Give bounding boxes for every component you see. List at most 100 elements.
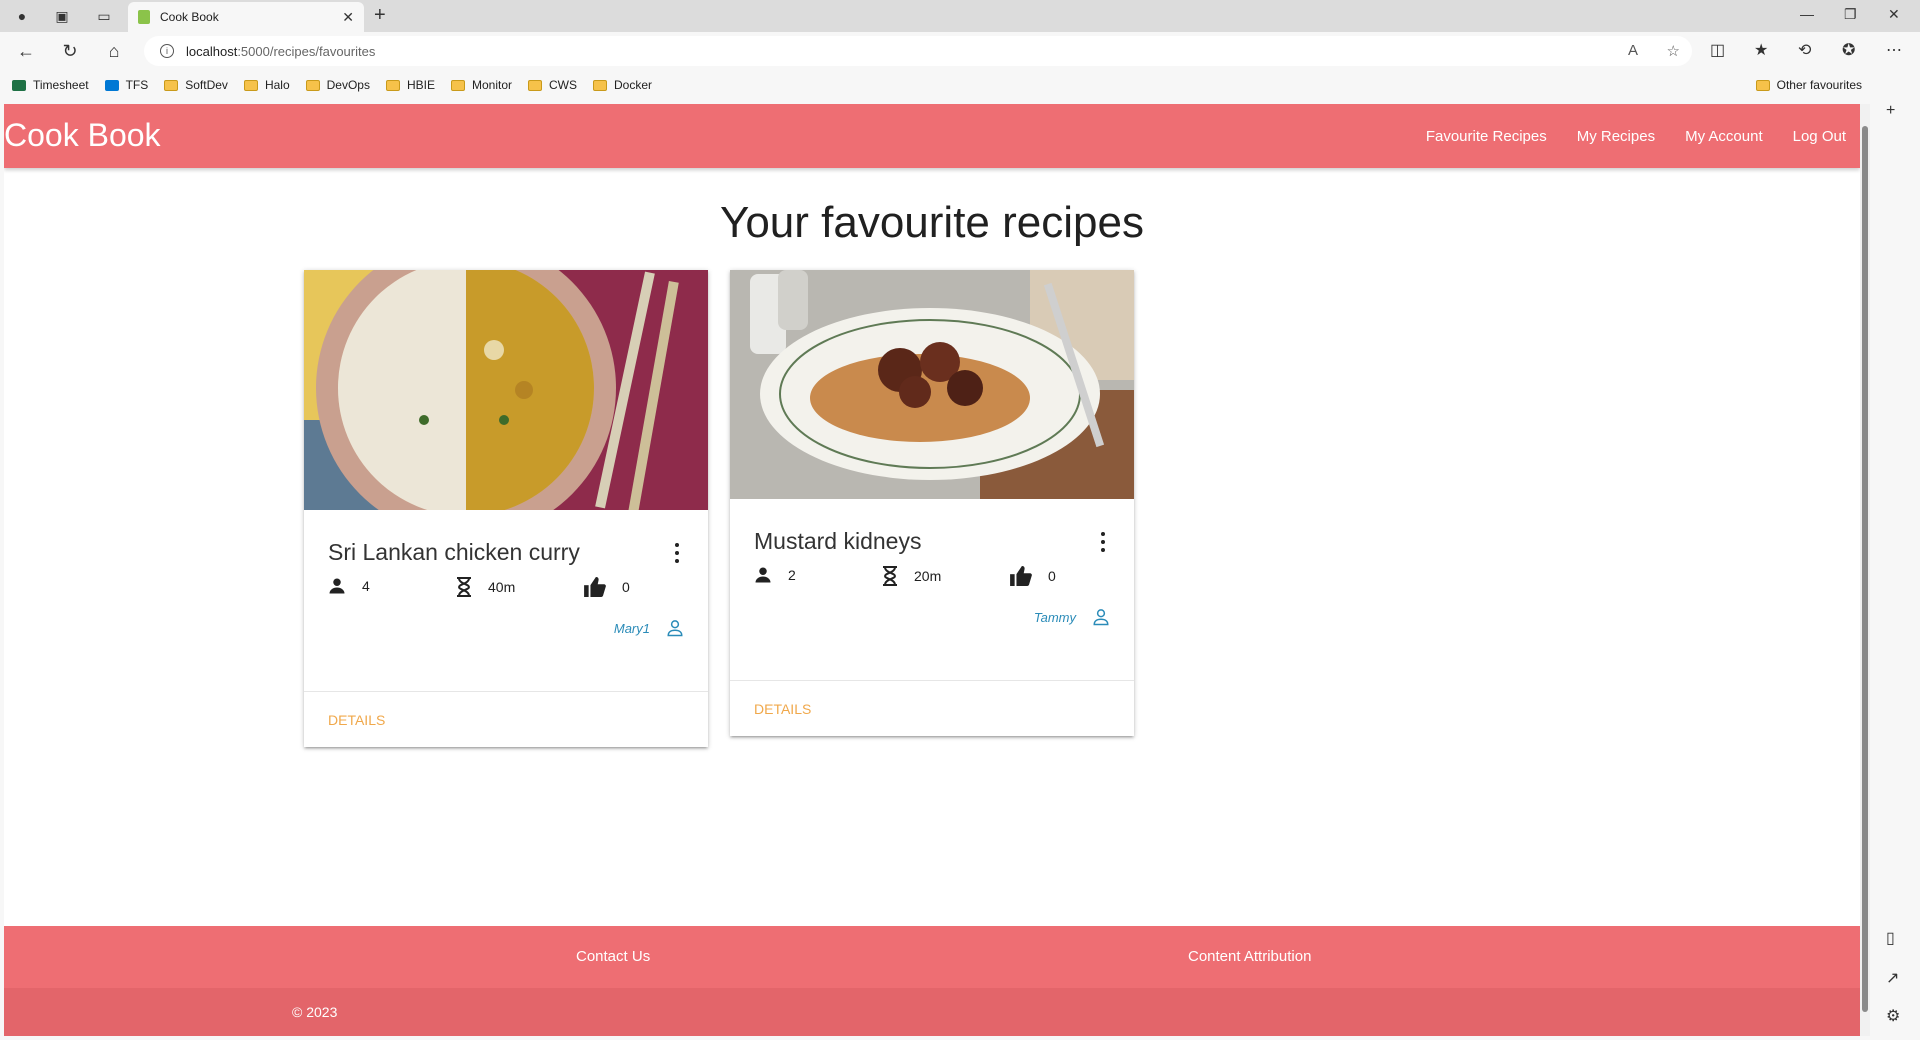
scroll-thumb[interactable] [1862,126,1868,1012]
folder-icon [305,79,320,91]
recipe-card: Mustard kidneys 2 20m 0 Tammy DETAILS [730,270,1134,736]
tab-title: Cook Book [160,10,219,24]
external-link-icon[interactable]: ↗ [1886,968,1899,988]
brand-logo[interactable]: Cook Book [4,117,161,154]
more-vert-icon[interactable] [1100,532,1106,552]
likes-value: 0 [622,579,630,595]
author-name: Tammy [1033,609,1076,625]
back-icon[interactable]: ← [14,39,38,63]
split-screen-icon[interactable]: ◫ [1710,40,1725,60]
browser-window: ● ▣ ▭ Cook Book ✕ + — ❐ ✕ ← ↻ ⌂ i localh… [0,0,1920,1040]
likes-value: 0 [1048,568,1056,584]
hourglass-icon [883,566,897,586]
details-link[interactable]: DETAILS [754,701,811,717]
extensions-icon[interactable]: ✪ [1842,40,1855,60]
new-tab-icon[interactable]: + [374,4,386,27]
favorite-star-icon[interactable]: ☆ [1667,42,1680,60]
card-actions: DETAILS [730,680,1134,736]
recipe-title: Sri Lankan chicken curry [328,539,580,565]
author-link[interactable]: Mary1 [614,619,684,637]
close-tab-icon[interactable]: ✕ [342,9,354,26]
author-name: Mary1 [613,620,650,636]
card-actions: DETAILS [304,691,708,747]
details-link[interactable]: DETAILS [328,712,385,728]
home-icon[interactable]: ⌂ [102,39,126,63]
more-vert-icon[interactable] [674,543,680,563]
nav-my-recipes[interactable]: My Recipes [1577,128,1655,145]
nav-my-account[interactable]: My Account [1685,128,1763,145]
nav-log-out[interactable]: Log Out [1793,128,1846,145]
history-icon[interactable]: ⟲ [1798,40,1811,60]
folder-icon [593,79,608,91]
folder-icon [385,79,400,91]
footer-copyright-bar: © 2023 [4,988,1860,1036]
nav-favourite-recipes[interactable]: Favourite Recipes [1426,128,1547,145]
serves-stat: 4 [328,577,370,595]
site-info-icon[interactable]: i [160,44,174,58]
recipe-image[interactable] [304,238,708,538]
settings-gear-icon[interactable]: ⚙ [1886,1006,1900,1026]
folder-icon [528,79,543,91]
add-sidebar-icon[interactable]: + [1886,102,1895,120]
address-bar[interactable]: i localhost:5000/recipes/favourites A ☆ [144,36,1692,66]
profile-icon[interactable]: ● [10,4,34,28]
page-footer: Contact Us Content Attribution [4,926,1860,988]
main-nav: Favourite Recipes My Recipes My Account … [1396,104,1846,168]
tab-actions-icon[interactable]: ▭ [92,4,116,28]
devops-icon [104,79,119,91]
thumbs-up-icon [584,577,606,597]
workspaces-icon[interactable]: ▣ [50,4,74,28]
person-icon [329,578,345,594]
author-link[interactable]: Tammy [1034,608,1110,626]
tab-bar: ● ▣ ▭ Cook Book ✕ + — ❐ ✕ [0,0,1920,32]
person-icon [755,567,771,583]
content-attribution-link[interactable]: Content Attribution [1188,948,1311,965]
favorites-icon[interactable]: ★ [1754,40,1768,60]
serves-value: 4 [362,578,370,594]
recipe-stats: 2 20m 0 [754,566,1114,588]
person-outline-icon [667,620,683,637]
hourglass-icon [457,577,471,597]
bookmark-hbie[interactable]: HBIE [385,78,435,92]
thumbs-up-icon [1010,566,1032,586]
url-path: :5000/recipes/favourites [237,43,376,59]
time-value: 40m [488,579,516,595]
bookmark-cws[interactable]: CWS [528,78,577,92]
browser-tab[interactable]: Cook Book ✕ [128,2,364,32]
folder-icon [243,79,258,91]
bookmark-softdev[interactable]: SoftDev [164,78,228,92]
recipe-title: Mustard kidneys [754,528,922,554]
recipe-image[interactable] [730,270,1134,499]
restore-icon[interactable]: ❐ [1844,6,1857,23]
bookmark-timesheet[interactable]: Timesheet [12,78,89,92]
hide-sidebar-icon[interactable]: ▯ [1886,928,1895,948]
bookmark-tfs[interactable]: TFS [104,78,148,92]
edge-sidebar: + ▯ ↗ ⚙ [1870,100,1920,1040]
contact-us-link[interactable]: Contact Us [576,948,650,965]
minimize-icon[interactable]: — [1800,6,1814,22]
close-window-icon[interactable]: ✕ [1888,6,1900,23]
time-stat: 20m [882,566,941,586]
bookmark-monitor[interactable]: Monitor [451,78,512,92]
browser-toolbar: ← ↻ ⌂ i localhost:5000/recipes/favourite… [0,32,1920,70]
person-outline-icon [1093,609,1109,626]
likes-stat: 0 [1010,566,1056,586]
url-host: localhost [186,43,238,59]
page-scrollbar[interactable] [1860,104,1870,1036]
read-aloud-icon[interactable]: A [1628,42,1638,59]
page-viewport: Cook Book Favourite Recipes My Recipes M… [4,104,1860,1036]
refresh-icon[interactable]: ↻ [58,39,82,63]
folder-icon [1755,79,1770,91]
time-stat: 40m [456,577,515,597]
site-favicon-icon [138,10,150,24]
bookmark-halo[interactable]: Halo [243,78,290,92]
bookmark-devops[interactable]: DevOps [305,78,370,92]
bookmark-docker[interactable]: Docker [593,78,652,92]
bookmark-other-favourites[interactable]: Other favourites [1755,78,1862,92]
app-navbar: Cook Book Favourite Recipes My Recipes M… [4,104,1860,168]
serves-value: 2 [788,567,796,583]
likes-stat: 0 [584,577,630,597]
page-title: Your favourite recipes [720,198,1144,247]
menu-dots-icon[interactable]: ⋯ [1886,40,1902,60]
copyright-text: © 2023 [292,1004,338,1020]
